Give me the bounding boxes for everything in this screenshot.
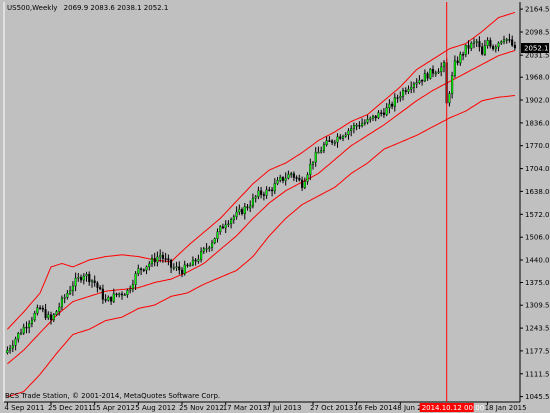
y-tick-label: 1177.5 — [525, 347, 550, 355]
y-tick-label: 1309.5 — [525, 302, 550, 310]
x-tick-label: 5 Aug 2012 — [135, 404, 175, 412]
x-tick-label: 7 Jul 2013 — [266, 404, 301, 412]
marker-date-label: 2014.10.12 00:00 — [422, 404, 484, 412]
x-tick-label: 25 Nov 2012 — [179, 404, 224, 412]
y-tick-label: 1704.0 — [525, 165, 550, 173]
y-tick-label: 1836.0 — [525, 119, 550, 127]
last-price-label: 2052.1 — [524, 45, 549, 53]
y-tick-label: 1045.5 — [525, 393, 550, 401]
x-tick-label: 17 Mar 2013 — [223, 404, 267, 412]
y-tick-label: 1638.0 — [525, 188, 550, 196]
copyright-footer: BCS Trade Station, © 2001-2014, MetaQuot… — [5, 392, 220, 400]
chart[interactable]: 2164.5 2098.5 2031.5 1968.0 1902.0 1836.0 1770… — [0, 0, 550, 413]
x-tick-label: 25 Dec 2011 — [48, 404, 93, 412]
y-tick-label: 1375.0 — [525, 279, 550, 287]
chart-svg[interactable]: 2164.52098.52031.51968.01902.01836.01770… — [0, 0, 550, 413]
candle — [429, 68, 432, 80]
chart-background — [0, 0, 550, 413]
time-axis: 4 Sep 2011 25 Dec 201115 Apr 2012 5 Aug 20… — [4, 402, 527, 412]
y-tick-label: 1111.5 — [525, 370, 550, 378]
x-tick-label: 18 Jan 2015 — [485, 404, 527, 412]
y-tick-label: 1902.0 — [525, 97, 550, 105]
symbol-timeframe: US500,Weekly — [7, 4, 57, 12]
y-tick-label: 1243.5 — [525, 325, 550, 333]
ohlc-values: 2069.9 2083.6 2038.1 2052.1 — [64, 4, 169, 12]
y-tick-label: 1968.0 — [525, 74, 550, 82]
y-tick-label: 1440.0 — [525, 257, 550, 265]
chart-header: US500,Weekly 2069.9 2083.6 2038.1 2052.1 — [7, 4, 168, 12]
x-tick-label: 27 Oct 2013 — [310, 404, 353, 412]
y-tick-label: 1506.0 — [525, 234, 550, 242]
y-tick-label: 1770.0 — [525, 142, 550, 150]
y-tick-label: 2164.5 — [525, 6, 550, 14]
y-tick-label: 1572.0 — [525, 211, 550, 219]
x-tick-label: 4 Sep 2011 — [4, 404, 44, 412]
x-tick-label: 15 Apr 2012 — [92, 404, 135, 412]
x-tick-label: 16 Feb 2014 — [354, 404, 398, 412]
y-tick-label: 2098.5 — [525, 29, 550, 37]
